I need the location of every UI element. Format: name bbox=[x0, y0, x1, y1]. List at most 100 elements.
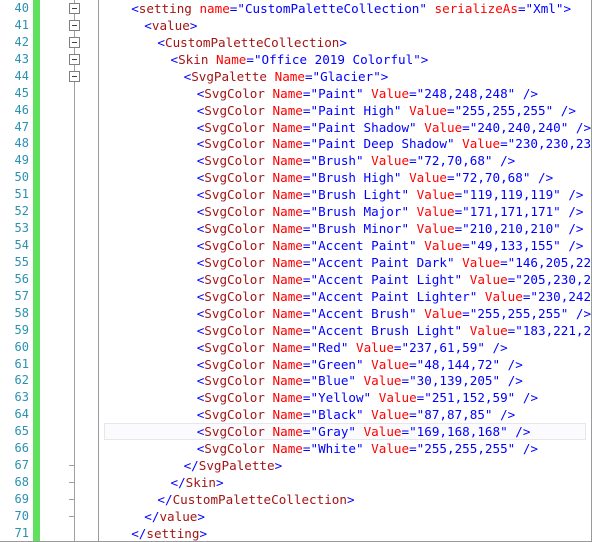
token-attr: Value bbox=[409, 102, 447, 118]
token-br: /> bbox=[507, 356, 523, 372]
code-line[interactable]: <SvgColor Name="Accent Paint Dark" Value… bbox=[99, 254, 591, 271]
token-val: "Brush High" bbox=[310, 170, 402, 186]
code-line-text: <SvgColor Name="Brush Minor" Value="210,… bbox=[99, 220, 591, 237]
code-line-text: <SvgColor Name="Blue" Value="30,139,205"… bbox=[99, 372, 591, 389]
code-line[interactable]: <SvgColor Name="Black" Value="87,87,85" … bbox=[99, 406, 591, 423]
token-val: "205,230,247" bbox=[515, 271, 592, 287]
code-line[interactable]: <CustomPaletteCollection> bbox=[99, 34, 591, 51]
fold-collapse-icon[interactable] bbox=[69, 19, 80, 31]
token-br: /> bbox=[507, 373, 523, 389]
code-line-text: </value> bbox=[99, 508, 591, 525]
token-attr: Value bbox=[371, 441, 410, 457]
line-number: 71 bbox=[14, 525, 29, 540]
code-line[interactable]: <setting name="CustomPaletteCollection" … bbox=[99, 0, 591, 17]
code-line[interactable]: <SvgColor Name="Brush High" Value="72,70… bbox=[99, 169, 591, 186]
token-val: "248,248,248" bbox=[416, 85, 516, 101]
code-folding-column[interactable] bbox=[40, 0, 99, 541]
fold-collapse-icon[interactable] bbox=[69, 3, 80, 14]
token-eq: = bbox=[409, 85, 417, 101]
token-attr: Name bbox=[274, 68, 305, 84]
line-number: 41 bbox=[14, 17, 29, 32]
code-line[interactable]: <SvgColor Name="Paint Deep Shadow" Value… bbox=[99, 135, 591, 152]
code-line[interactable]: <SvgColor Name="Paint Shadow" Value="240… bbox=[99, 119, 591, 136]
token-eq: = bbox=[304, 68, 313, 84]
code-line[interactable]: <SvgColor Name="Accent Paint" Value="49,… bbox=[99, 237, 591, 254]
token-tag: SvgColor bbox=[204, 254, 265, 270]
token-tag: value bbox=[159, 508, 198, 524]
line-number: 59 bbox=[14, 322, 29, 337]
code-editor-pane[interactable]: 40 41 42 43 44 45 46 47 48 49 50 51 52 53 54 55 56 57 58 59… bbox=[0, 0, 592, 542]
code-line[interactable]: <SvgColor Name="Brush" Value="72,70,68" … bbox=[99, 152, 591, 169]
code-line[interactable]: <SvgColor Name="Green" Value="48,144,72"… bbox=[99, 356, 591, 373]
line-number: 61 bbox=[14, 356, 29, 371]
code-line[interactable]: <value> bbox=[99, 17, 591, 34]
token-attr: Value bbox=[371, 85, 410, 101]
code-line[interactable]: <SvgPalette Name="Glacier"> bbox=[99, 68, 591, 85]
fold-collapse-icon[interactable] bbox=[69, 36, 80, 48]
code-line[interactable]: <SvgColor Name="Paint High" Value="255,2… bbox=[99, 102, 591, 119]
code-line[interactable]: <SvgColor Name="Red" Value="237,61,59" /… bbox=[99, 339, 591, 356]
token-attr: Value bbox=[462, 136, 501, 152]
code-text-area[interactable]: <setting name="CustomPaletteCollection" … bbox=[99, 0, 591, 541]
code-line[interactable]: </value> bbox=[99, 508, 591, 525]
code-line[interactable]: <Skin Name="Office 2019 Colorful"> bbox=[99, 51, 591, 68]
fold-collapse-icon[interactable] bbox=[69, 70, 80, 82]
token-br: /> bbox=[575, 305, 592, 321]
code-line[interactable]: </Skin> bbox=[99, 474, 591, 491]
code-line-text: <SvgColor Name="Accent Paint" Value="49,… bbox=[99, 237, 591, 254]
code-line[interactable]: <SvgColor Name="Accent Paint Light" Valu… bbox=[99, 271, 591, 288]
fold-collapse-icon[interactable] bbox=[69, 53, 80, 65]
token-attr: Value bbox=[409, 170, 447, 186]
line-number: 58 bbox=[14, 305, 29, 320]
code-line[interactable]: <SvgColor Name="Gray" Value="169,168,168… bbox=[99, 423, 591, 440]
token-br: </ bbox=[170, 475, 186, 491]
code-line[interactable]: <SvgColor Name="Accent Paint Lighter" Va… bbox=[99, 288, 591, 305]
token-val: "Accent Brush" bbox=[310, 305, 417, 321]
token-eq: = bbox=[462, 238, 470, 254]
token-val: "Paint High" bbox=[310, 102, 402, 118]
token-tag: SvgColor bbox=[204, 373, 265, 389]
code-line[interactable]: <SvgColor Name="White" Value="255,255,25… bbox=[99, 440, 591, 457]
code-line[interactable]: </setting> bbox=[99, 525, 591, 541]
token-attr: Name bbox=[272, 170, 303, 186]
code-line[interactable]: <SvgColor Name="Brush Light" Value="119,… bbox=[99, 186, 591, 203]
code-line[interactable]: <SvgColor Name="Accent Brush Light" Valu… bbox=[99, 322, 591, 339]
token-attr: Name bbox=[272, 254, 303, 270]
token-attr: Name bbox=[272, 102, 303, 118]
token-tag: SvgColor bbox=[204, 204, 265, 220]
code-line[interactable]: <SvgColor Name="Brush Minor" Value="210,… bbox=[99, 220, 591, 237]
code-line[interactable]: </SvgPalette> bbox=[99, 457, 591, 474]
token-val: "Green" bbox=[310, 356, 364, 372]
line-number: 50 bbox=[14, 170, 29, 185]
token-val: "48,144,72" bbox=[416, 356, 501, 372]
token-val: "49,133,155" bbox=[469, 238, 561, 254]
token-br: > bbox=[339, 34, 347, 50]
token-tag: SvgColor bbox=[204, 102, 265, 118]
code-line-text: </CustomPaletteCollection> bbox=[99, 491, 591, 508]
token-br: /> bbox=[575, 119, 592, 135]
code-line[interactable]: <SvgColor Name="Accent Brush" Value="255… bbox=[99, 305, 591, 322]
token-eq: = bbox=[401, 373, 410, 389]
code-line[interactable]: </CustomPaletteCollection> bbox=[99, 491, 591, 508]
code-line[interactable]: <SvgColor Name="Blue" Value="30,139,205"… bbox=[99, 372, 591, 389]
code-line[interactable]: <SvgColor Name="Brush Major" Value="171,… bbox=[99, 203, 591, 220]
line-number: 47 bbox=[14, 119, 29, 134]
fold-region-end-tick bbox=[69, 482, 75, 484]
code-line-text: <SvgColor Name="Green" Value="48,144,72"… bbox=[99, 356, 591, 373]
code-line-text: <SvgColor Name="Accent Brush" Value="255… bbox=[99, 305, 591, 322]
token-br: /> bbox=[568, 221, 584, 237]
code-line[interactable]: <SvgColor Name="Paint" Value="248,248,24… bbox=[99, 85, 591, 102]
code-line-text: <SvgColor Name="Gray" Value="169,168,168… bbox=[99, 423, 591, 440]
code-line[interactable]: <SvgColor Name="Yellow" Value="251,152,5… bbox=[99, 389, 591, 406]
